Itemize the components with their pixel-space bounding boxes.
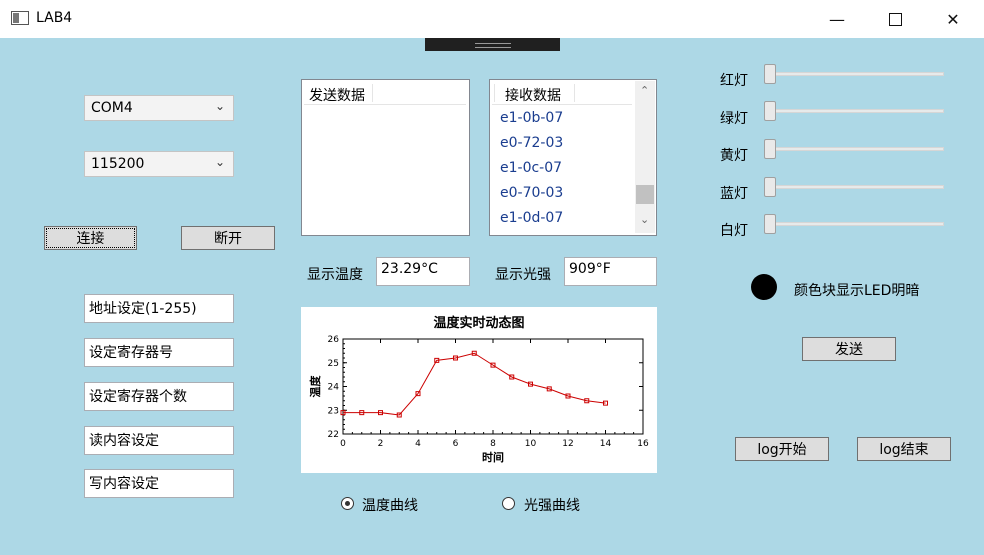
temp-curve-radio[interactable] [341,497,354,510]
y-tick-label: 25 [328,359,339,369]
address-field[interactable]: 地址设定(1-255) [84,294,234,323]
chevron-down-icon: ⌄ [214,155,225,169]
light-curve-radio[interactable] [502,497,515,510]
x-tick-label: 4 [415,439,421,449]
scroll-up-icon[interactable]: ⌃ [640,84,649,97]
temperature-label: 显示温度 [307,267,363,283]
write-content-field[interactable]: 写内容设定 [84,469,234,498]
receive-list-scrollbar[interactable]: ⌃ ⌄ [635,81,655,233]
light-curve-label[interactable]: 光强曲线 [524,495,580,515]
temperature-chart-svg: 温度实时动态图0 2 4 6 8 10 12 14 162223242526时间温度 [308,315,649,464]
x-tick-label: 8 [490,439,496,449]
baud-select-value: 115200 [91,156,145,172]
temperature-series-line [343,352,606,416]
red-led-slider[interactable] [766,72,944,76]
y-tick-label: 23 [328,406,339,416]
disconnect-button[interactable]: 断开 [181,226,275,250]
list-item[interactable]: e1-0d-07 [500,210,563,226]
list-item[interactable]: e1-0c-07 [500,160,562,176]
white-led-label: 白灯 [720,223,748,239]
receive-data-list[interactable]: 接收数据 e1-0b-07 e0-72-03 e1-0c-07 e0-70-03… [489,79,657,236]
close-icon[interactable]: ✕ [924,0,982,38]
column-separator[interactable] [574,84,575,102]
scrollbar-thumb[interactable] [636,185,654,204]
led-color-indicator [751,274,777,300]
port-select[interactable]: COM4 ⌄ [84,95,234,121]
window-title: LAB4 [36,10,73,26]
port-select-value: COM4 [91,100,133,116]
green-led-slider[interactable] [766,109,944,113]
yellow-led-slider-thumb[interactable] [764,139,776,159]
yellow-led-label: 黄灯 [720,148,748,164]
light-value-field[interactable]: 909°F [564,257,657,286]
white-led-slider-thumb[interactable] [764,214,776,234]
chart-title: 温度实时动态图 [433,315,524,331]
register-field[interactable]: 设定寄存器号 [84,338,234,367]
x-tick-label: 2 [378,439,384,449]
red-led-label: 红灯 [720,73,748,89]
blue-led-label: 蓝灯 [720,186,748,202]
led-indicator-label: 颜色块显示LED明暗 [794,283,920,299]
receive-list-header-label: 接收数据 [505,88,561,104]
white-led-slider[interactable] [766,222,944,226]
minimize-icon[interactable]: — [808,0,866,38]
red-led-slider-thumb[interactable] [764,64,776,84]
green-led-slider-thumb[interactable] [764,101,776,121]
y-tick-label: 26 [328,335,340,345]
receive-list-header[interactable]: 接收数据 [492,82,632,105]
connect-button[interactable]: 连接 [44,226,137,250]
send-list-header[interactable]: 发送数据 [304,82,466,105]
list-item[interactable]: e1-0b-07 [500,110,563,126]
baud-select[interactable]: 115200 ⌄ [84,151,234,177]
x-tick-label: 6 [453,439,459,449]
x-axis-label: 时间 [482,450,504,464]
plot-area [342,338,644,435]
send-list-header-label: 发送数据 [309,88,365,104]
app-window-icon [11,11,29,25]
send-button[interactable]: 发送 [802,337,896,361]
blue-led-slider-thumb[interactable] [764,177,776,197]
register-count-field[interactable]: 设定寄存器个数 [84,382,234,411]
column-separator[interactable] [494,84,495,102]
maximize-icon[interactable] [866,0,924,38]
x-tick-label: 16 [637,439,649,449]
scroll-down-icon[interactable]: ⌄ [640,213,649,226]
x-tick-label: 10 [525,439,537,449]
temperature-chart: 温度实时动态图 0 2 4 6 8 10 12 14 16 22 23 24 25 26 时间 温度 [301,307,657,473]
light-label: 显示光强 [495,267,551,283]
x-tick-label: 0 [340,439,346,449]
y-tick-label: 24 [328,383,340,393]
log-end-button[interactable]: log结束 [857,437,951,461]
column-separator[interactable] [372,84,373,102]
temp-curve-label[interactable]: 温度曲线 [362,495,418,515]
y-axis-label: 温度 [308,375,322,398]
green-led-label: 绿灯 [720,111,748,127]
send-data-list[interactable]: 发送数据 [301,79,470,236]
yellow-led-slider[interactable] [766,147,944,151]
x-tick-label: 14 [600,439,612,449]
y-tick-label: 22 [328,430,339,440]
chevron-down-icon: ⌄ [214,99,225,113]
temperature-value-field[interactable]: 23.29°C [376,257,470,286]
blue-led-slider[interactable] [766,185,944,189]
log-start-button[interactable]: log开始 [735,437,829,461]
read-content-field[interactable]: 读内容设定 [84,426,234,455]
top-drag-handle[interactable] [425,38,560,51]
x-tick-label: 12 [562,439,573,449]
list-item[interactable]: e0-70-03 [500,185,563,201]
list-item[interactable]: e0-72-03 [500,135,563,151]
